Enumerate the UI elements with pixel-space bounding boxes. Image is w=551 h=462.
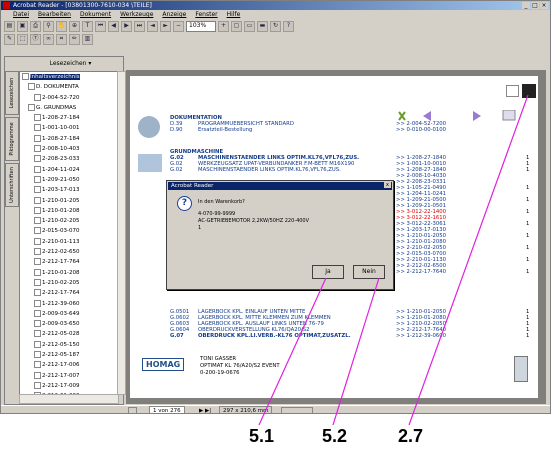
callout-lines	[258, 94, 529, 426]
callout-label: 2.7	[398, 426, 424, 446]
callout-line-5-2	[332, 277, 380, 426]
callout-line-2-7	[408, 94, 529, 426]
callout-label: 5.2	[322, 426, 348, 446]
callout-label: 5.1	[249, 426, 275, 446]
callout-line-5-1	[258, 277, 327, 426]
